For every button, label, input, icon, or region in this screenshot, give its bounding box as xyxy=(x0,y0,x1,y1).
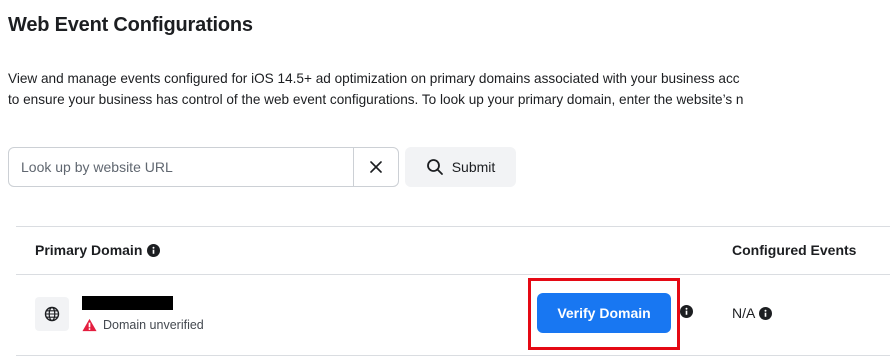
clear-button[interactable] xyxy=(353,148,398,186)
description-line-1: View and manage events configured for iO… xyxy=(8,71,740,86)
info-icon[interactable] xyxy=(147,243,161,257)
domains-table: Primary Domain Configured Events Domain … xyxy=(16,226,890,356)
domain-status: Domain unverified xyxy=(82,318,204,332)
warning-icon xyxy=(82,318,97,332)
column-header-configured-events: Configured Events xyxy=(732,242,857,258)
table-row-divider xyxy=(16,355,890,356)
domain-status-label: Domain unverified xyxy=(103,318,204,332)
submit-button[interactable]: Submit xyxy=(405,147,516,187)
submit-label: Submit xyxy=(451,159,496,175)
redacted-domain-name xyxy=(82,296,173,310)
description-line-2: to ensure your business has control of t… xyxy=(8,92,744,107)
column-header-primary-domain: Primary Domain xyxy=(35,242,161,258)
verify-domain-button[interactable]: Verify Domain xyxy=(537,293,671,333)
search-icon xyxy=(426,159,443,175)
info-icon[interactable] xyxy=(680,305,693,318)
info-icon[interactable] xyxy=(759,306,773,320)
website-url-input[interactable] xyxy=(9,148,353,186)
globe-icon xyxy=(44,306,60,322)
page-description: View and manage events configured for iO… xyxy=(8,68,888,110)
configured-events-value: N/A xyxy=(732,305,773,321)
search-box xyxy=(8,147,399,187)
domain-icon-box xyxy=(35,297,69,331)
configured-events-label: N/A xyxy=(732,305,756,321)
page-title: Web Event Configurations xyxy=(8,14,253,36)
primary-domain-header-label: Primary Domain xyxy=(35,242,143,258)
table-header-row: Primary Domain Configured Events xyxy=(16,227,890,274)
close-icon xyxy=(370,161,382,173)
